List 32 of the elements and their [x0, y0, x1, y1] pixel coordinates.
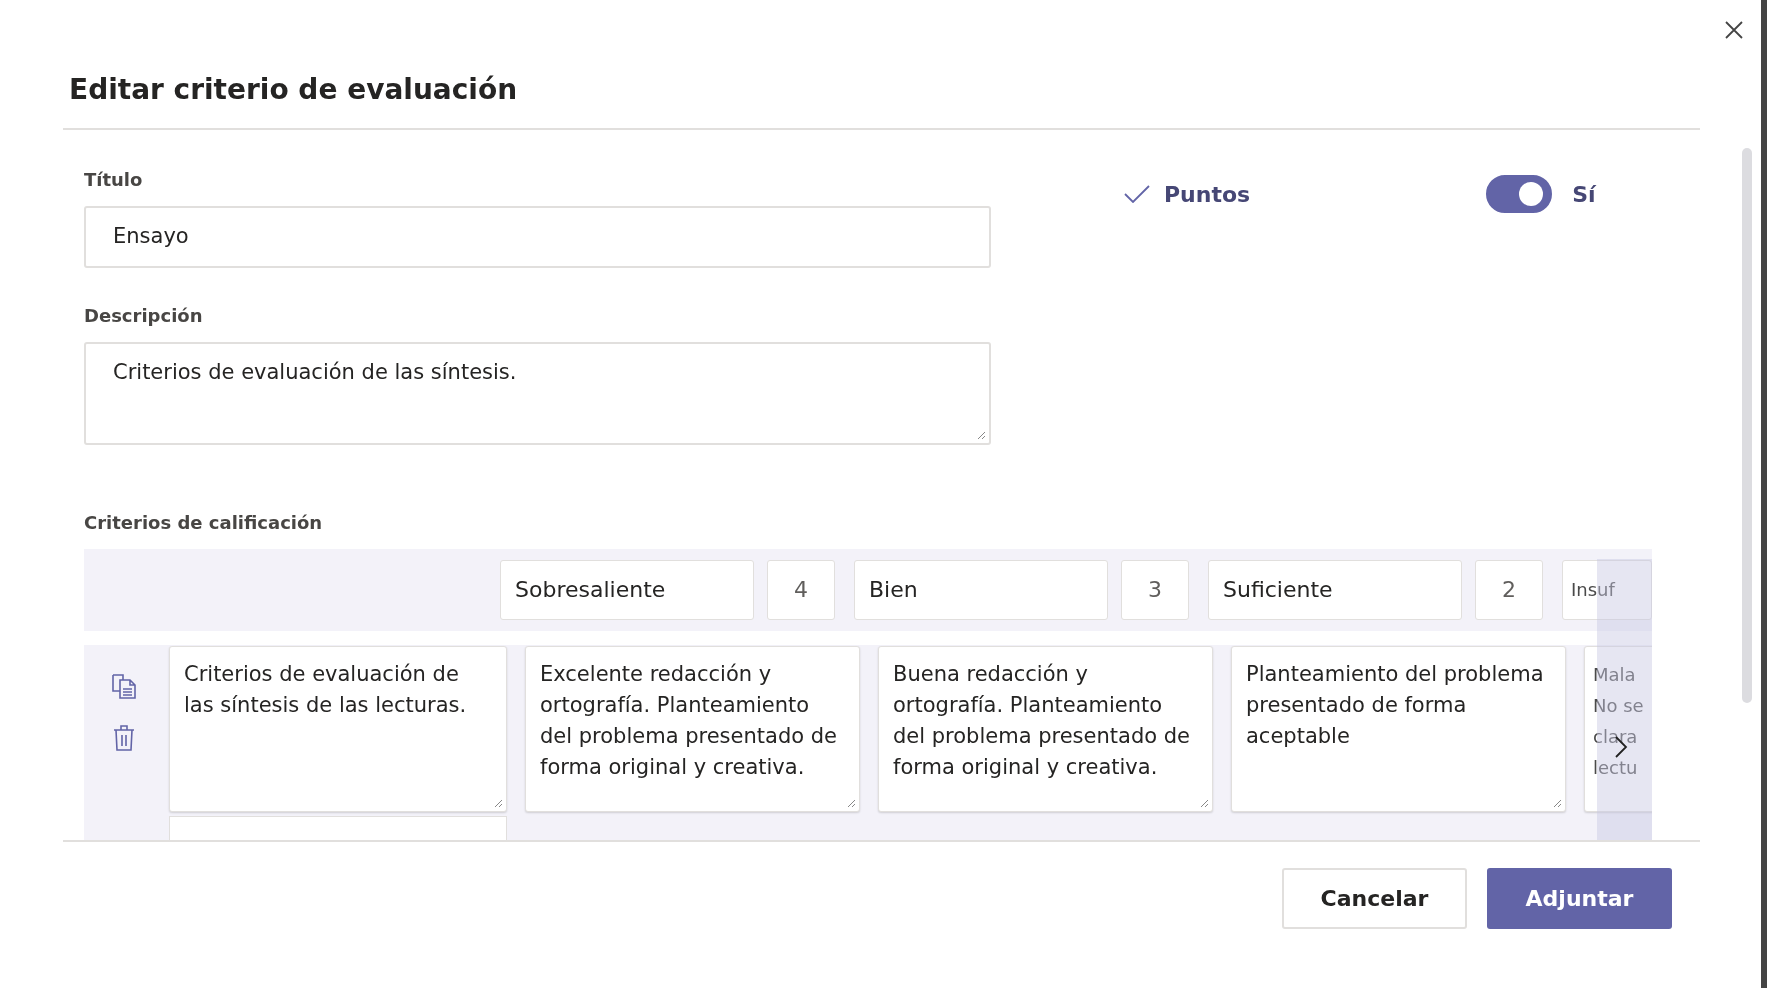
level-name-input[interactable]: Insuf [1562, 560, 1652, 620]
resize-grip-icon [847, 799, 856, 808]
field-label: Descripción [84, 304, 204, 328]
scrollbar[interactable] [1742, 148, 1752, 703]
dialog-button[interactable]: Cancelar [1282, 868, 1467, 929]
level-description-input[interactable]: Excelente redacción y ortografía. Planteamiento del problema presentado de forma original y creativa. [525, 646, 860, 812]
score-input[interactable]: 3 [1121, 560, 1189, 620]
dialog-button[interactable]: Adjuntar [1487, 868, 1672, 929]
criterion-input[interactable]: Criterios de evaluación de las síntesis de las lecturas. [169, 646, 507, 812]
points-option[interactable]: Puntos [1124, 181, 1251, 207]
toggle-switch[interactable] [1486, 175, 1553, 213]
close-icon [1724, 20, 1744, 40]
section-label: Criterios de calificación [84, 511, 324, 535]
level-name-input[interactable]: Bien [854, 560, 1108, 620]
score-input[interactable]: 4 [767, 560, 835, 620]
description-input[interactable]: Criterios de evaluación de las síntesis. [84, 342, 991, 445]
check-icon [1124, 185, 1150, 203]
level-name-input[interactable]: Suficiente [1208, 560, 1462, 620]
resize-grip-icon [1553, 799, 1562, 808]
dialog-title: Editar criterio de evaluación [68, 72, 518, 108]
score-input[interactable]: 2 [1475, 560, 1543, 620]
copy-icon[interactable] [111, 672, 137, 700]
resize-grip-icon [977, 431, 986, 440]
resize-grip-icon [494, 799, 503, 808]
delete-icon[interactable] [113, 724, 135, 752]
level-description-input[interactable]: Buena redacción y ortografía. Planteamiento del problema presentado de forma original y creativa. [878, 646, 1213, 812]
title-input[interactable]: Ensayo [84, 206, 991, 268]
level-description-input[interactable]: Planteamiento del problema presentado de forma aceptable [1231, 646, 1566, 812]
toggle-label: Sí [1572, 181, 1596, 207]
resize-grip-icon [1200, 799, 1209, 808]
field-label: Título [84, 168, 144, 192]
level-name-input[interactable]: Sobresaliente [500, 560, 754, 620]
